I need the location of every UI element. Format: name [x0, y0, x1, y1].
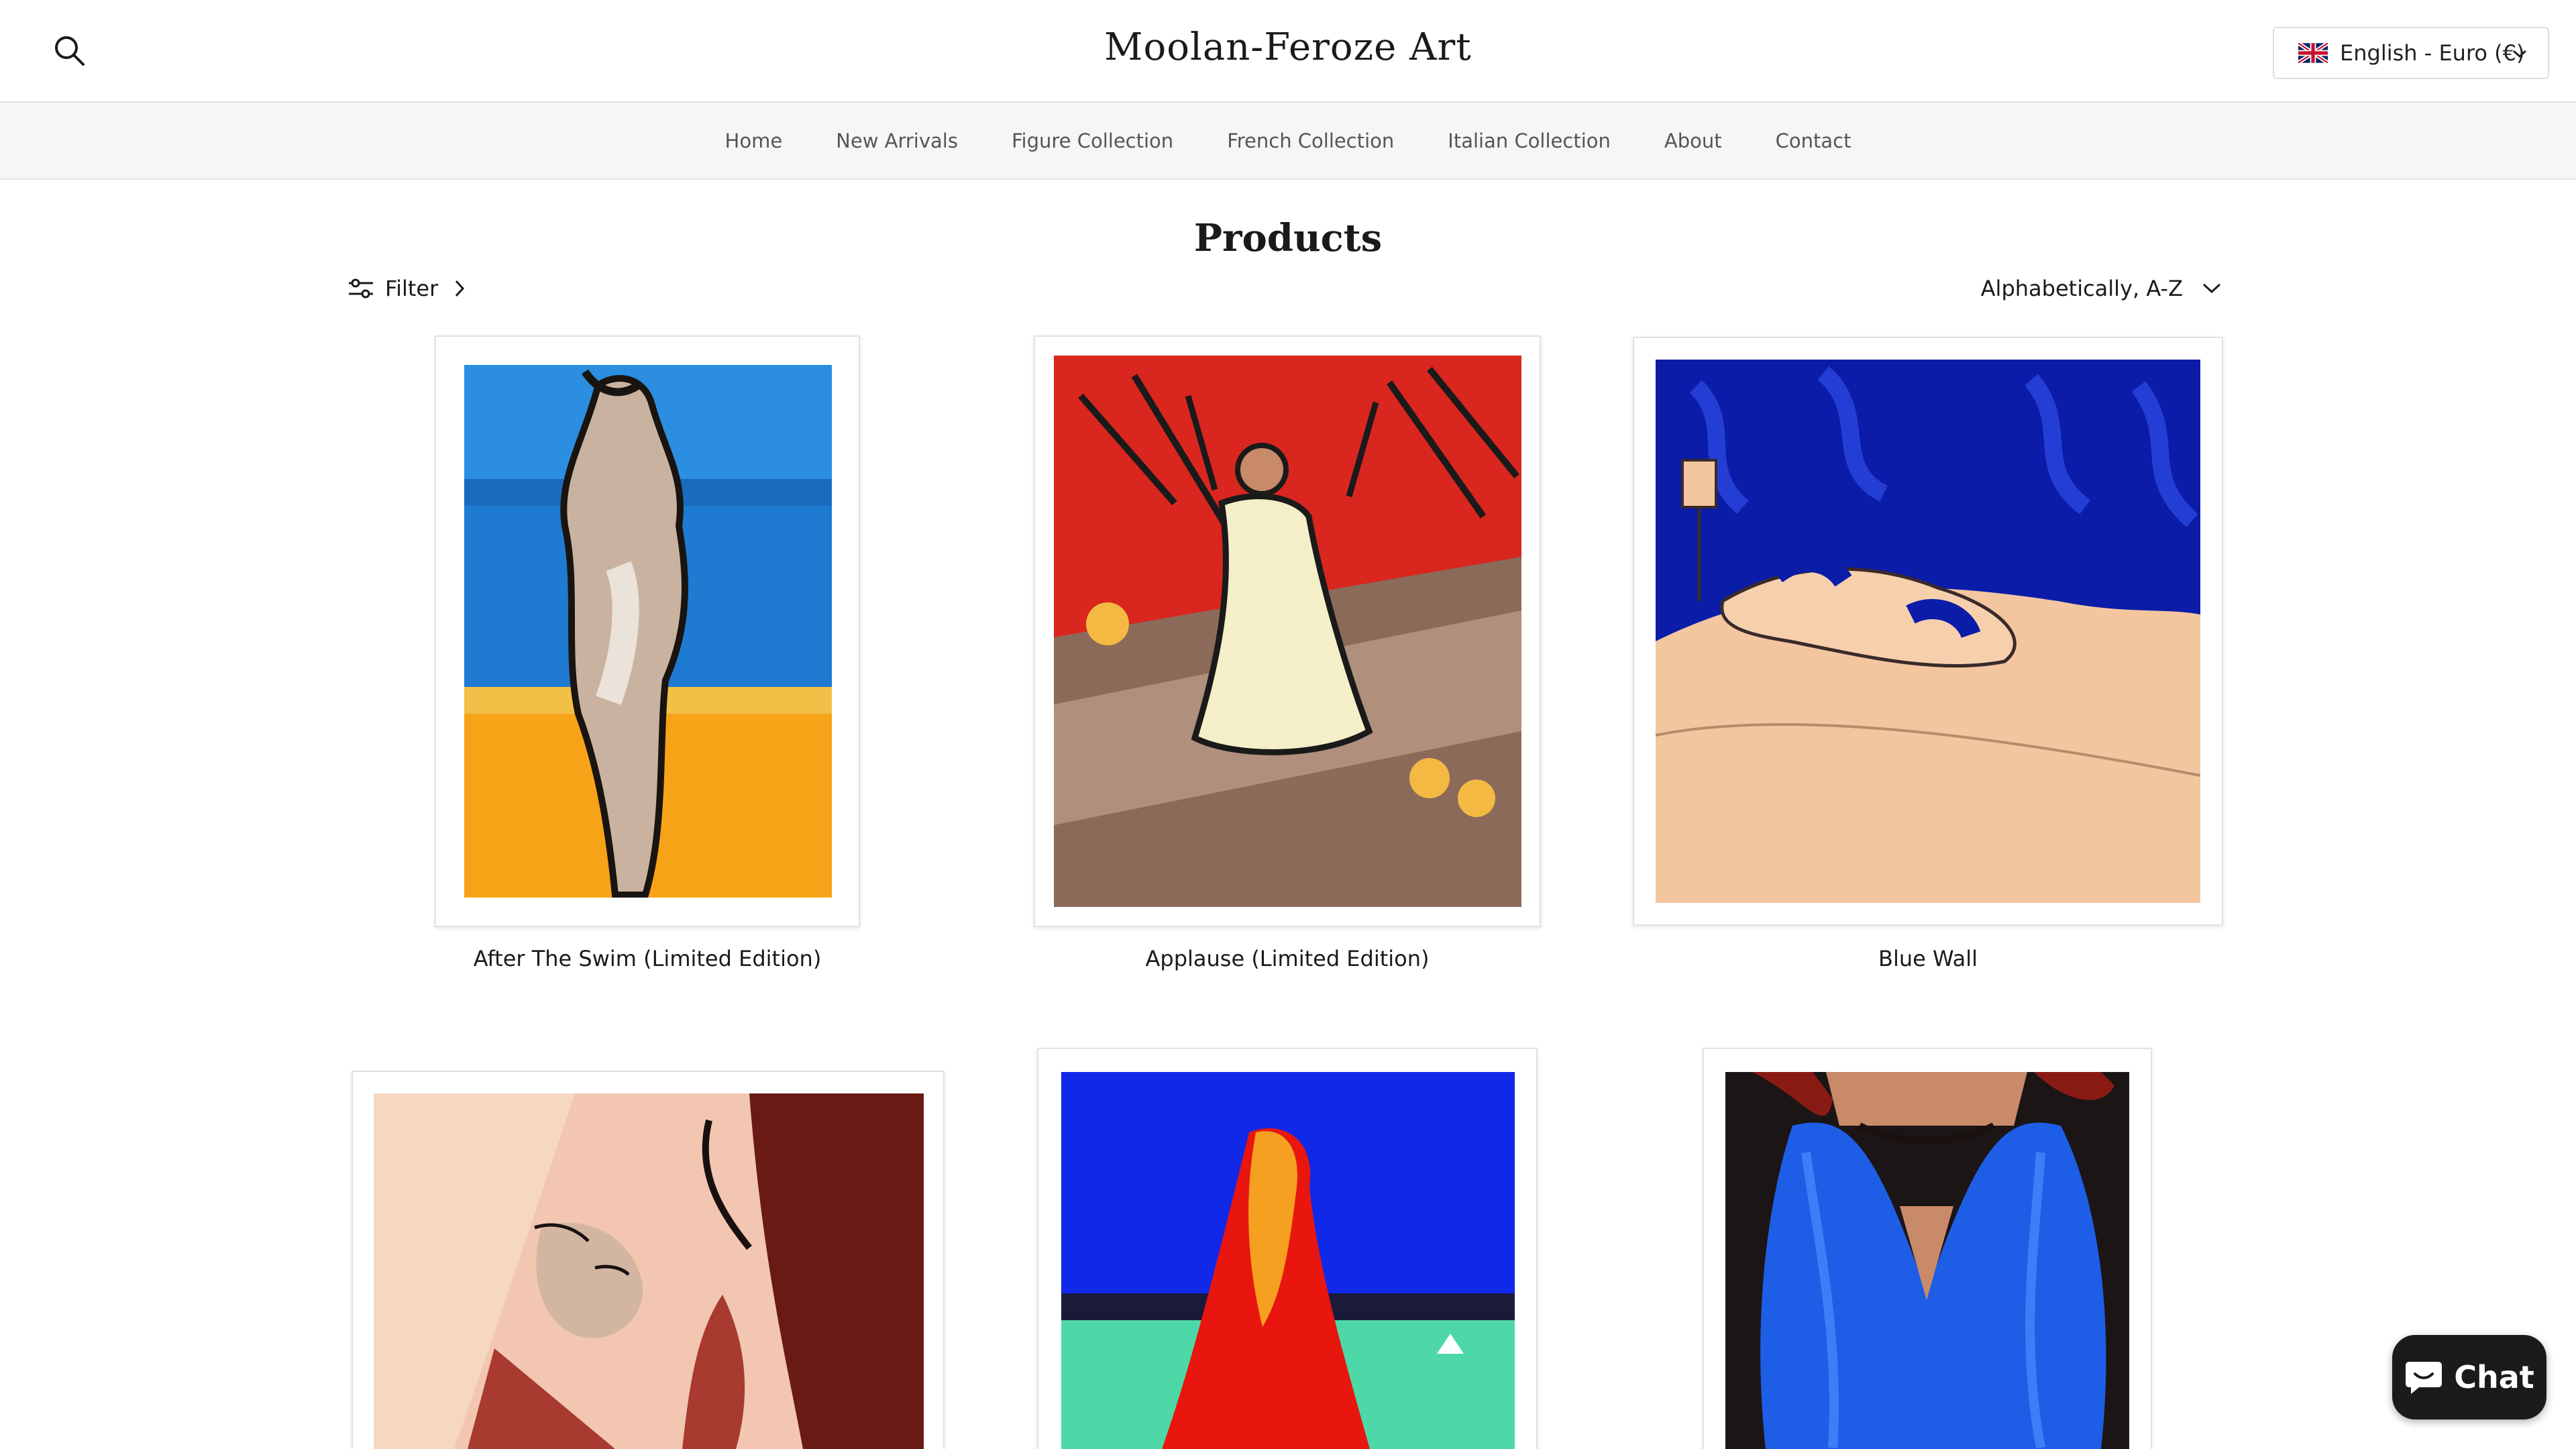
chevron-down-icon: [2513, 50, 2526, 58]
nav-item-contact[interactable]: Contact: [1776, 129, 1851, 152]
filter-sliders-icon: [349, 278, 373, 299]
chat-label: Chat: [2454, 1359, 2534, 1395]
nav-item-figure-collection[interactable]: Figure Collection: [1012, 129, 1173, 152]
nav-item-french-collection[interactable]: French Collection: [1227, 129, 1394, 152]
chat-bubble-icon: [2406, 1362, 2443, 1394]
chevron-right-icon: [455, 280, 465, 297]
chevron-down-icon: [2202, 283, 2221, 294]
nav-item-italian-collection[interactable]: Italian Collection: [1448, 129, 1611, 152]
search-button[interactable]: [52, 34, 87, 68]
locale-selector[interactable]: English - Euro (€): [2273, 27, 2549, 79]
brand-logo[interactable]: Moolan-Feroze Art: [1104, 25, 1472, 69]
brand-logo-wrap: Moolan-Feroze Art: [0, 25, 2576, 69]
sort-dropdown[interactable]: Alphabetically, A-Z: [1981, 272, 2222, 305]
main-nav: Home New Arrivals Figure Collection Fren…: [0, 103, 2576, 180]
filter-button[interactable]: Filter: [347, 272, 477, 305]
product-title[interactable]: Applause (Limited Edition): [985, 946, 1589, 971]
product-image[interactable]: [1061, 1072, 1515, 1449]
chat-button[interactable]: Chat: [2392, 1335, 2546, 1419]
product-image[interactable]: [1054, 356, 1521, 907]
product-title[interactable]: After The Swim (Limited Edition): [345, 946, 949, 971]
filter-label: Filter: [385, 276, 439, 301]
nav-item-home[interactable]: Home: [725, 129, 783, 152]
locale-label: English - Euro (€): [2340, 40, 2525, 66]
nav-item-about[interactable]: About: [1664, 129, 1722, 152]
nav-item-new-arrivals[interactable]: New Arrivals: [836, 129, 958, 152]
search-icon: [55, 36, 85, 66]
page-title: Products: [1193, 216, 1383, 260]
product-image[interactable]: [1725, 1072, 2129, 1449]
uk-flag-icon: [2298, 43, 2328, 63]
product-image[interactable]: [1656, 360, 2200, 903]
site-header: Moolan-Feroze Art English - Euro (€): [0, 0, 2576, 103]
product-title[interactable]: Blue Wall: [1626, 946, 2230, 971]
product-image[interactable]: [464, 365, 832, 898]
product-image[interactable]: [374, 1093, 924, 1449]
sort-label: Alphabetically, A-Z: [1980, 276, 2183, 301]
